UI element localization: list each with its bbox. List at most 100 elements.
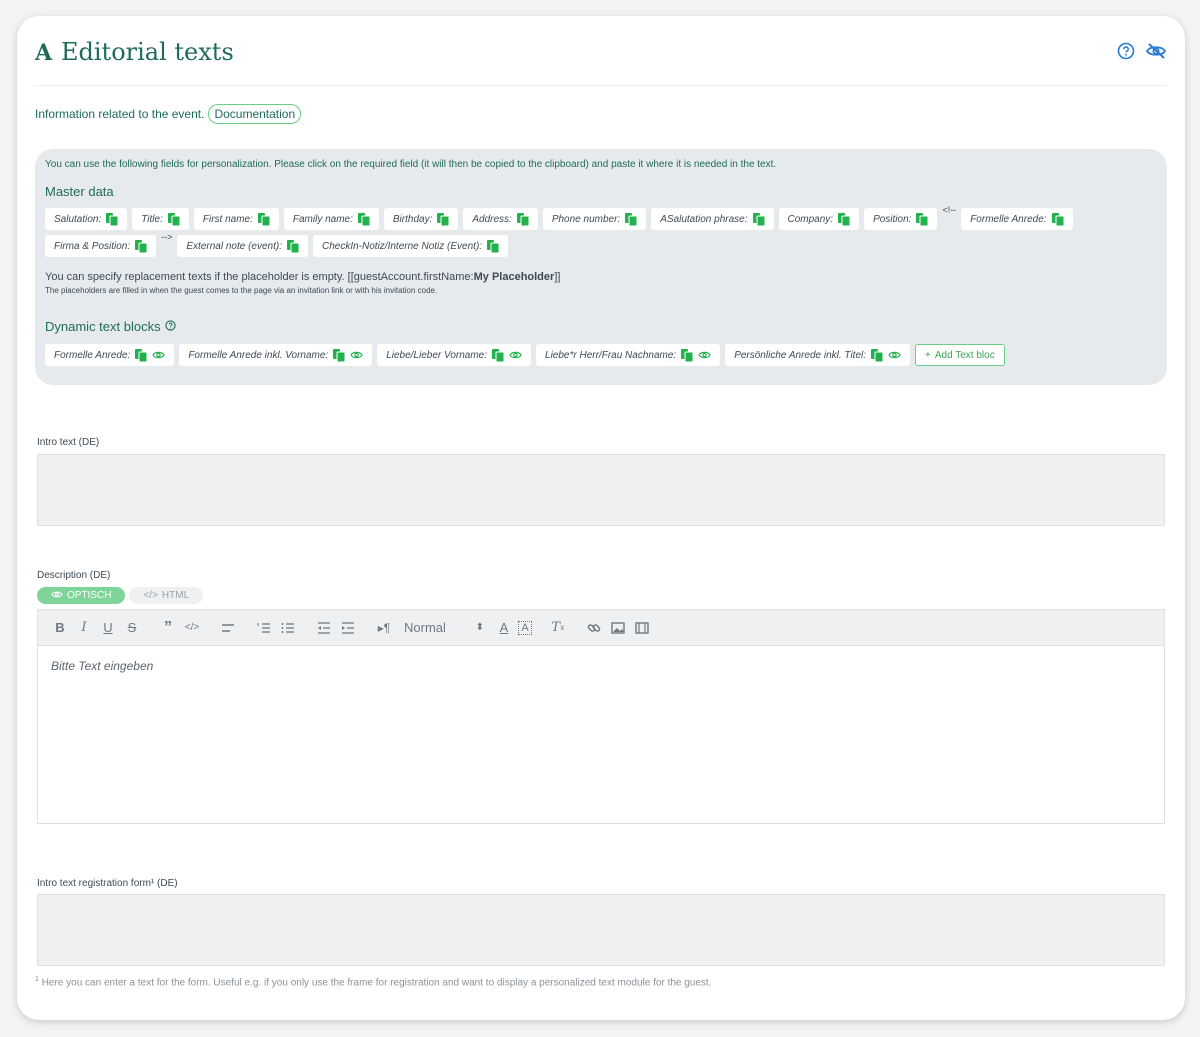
clear-format-icon[interactable]: Tx: [548, 618, 568, 638]
copy-icon: [135, 348, 148, 362]
footnote: 1 Here you can enter a text for the form…: [35, 976, 712, 988]
replacement-subtext: The placeholders are filled in when the …: [45, 286, 438, 295]
plus-icon: +: [925, 349, 931, 361]
eye-icon[interactable]: [350, 350, 363, 360]
card-header: A Editorial texts: [35, 38, 1167, 86]
master-data-chips: Salutation: Title: First name: Family na…: [45, 205, 1157, 257]
personalization-panel: You can use the following fields for per…: [35, 149, 1167, 385]
bold-icon[interactable]: B: [50, 618, 70, 638]
copy-icon: [333, 348, 346, 362]
replacement-info: You can specify replacement texts if the…: [45, 271, 561, 283]
dyn-chip-persoenliche-anrede[interactable]: Persönliche Anrede inkl. Titel:: [725, 344, 911, 366]
copy-icon: [752, 212, 765, 226]
html-comment-open: <!--: [942, 205, 957, 215]
strikethrough-icon[interactable]: S: [122, 618, 142, 638]
tab-html[interactable]: </> HTML: [129, 587, 204, 604]
copy-icon: [437, 212, 450, 226]
chip-family-name[interactable]: Family name:: [283, 208, 379, 230]
copy-icon: [487, 239, 500, 253]
chip-first-name[interactable]: First name:: [193, 208, 279, 230]
event-info: Information related to the event. Docume…: [35, 104, 302, 124]
help-circle-icon[interactable]: [164, 319, 176, 334]
description-label: Description (DE): [37, 570, 111, 581]
master-data-title: Master data: [45, 184, 114, 199]
dyn-chip-formelle-anrede[interactable]: Formelle Anrede:: [45, 344, 175, 366]
copy-icon: [135, 239, 148, 253]
html-comment-close: -->: [161, 232, 173, 242]
tab-visual[interactable]: OPTISCH: [37, 587, 126, 604]
copy-icon: [838, 212, 851, 226]
chip-title[interactable]: Title:: [132, 208, 189, 230]
dyn-chip-liebe-nachname[interactable]: Liebe*r Herr/Frau Nachname:: [536, 344, 721, 366]
dynamic-text-chips: Formelle Anrede: Formelle Anrede inkl. V…: [45, 344, 1005, 366]
video-icon[interactable]: [632, 618, 652, 638]
indent-icon[interactable]: [338, 618, 358, 638]
page-title: Editorial texts: [61, 38, 234, 66]
copy-icon: [916, 212, 929, 226]
code-block-icon[interactable]: </>: [182, 618, 202, 638]
dyn-chip-formelle-anrede-vorname[interactable]: Formelle Anrede inkl. Vorname:: [179, 344, 373, 366]
align-icon[interactable]: [218, 618, 238, 638]
copy-icon: [257, 212, 271, 226]
chip-external-note[interactable]: External note (event):: [177, 235, 308, 257]
eye-icon: [51, 590, 63, 602]
header-actions: [1117, 42, 1167, 60]
chip-firma-position[interactable]: Firma & Position:: [45, 235, 157, 257]
copy-icon: [1051, 212, 1065, 226]
copy-icon: [492, 348, 505, 362]
bullet-list-icon[interactable]: [278, 618, 298, 638]
editor-mode-tabs: OPTISCH </> HTML: [37, 587, 204, 604]
eye-off-icon[interactable]: [1145, 42, 1167, 60]
intro-text-label: Intro text (DE): [37, 437, 100, 448]
chip-phone-number[interactable]: Phone number:: [542, 208, 647, 230]
link-icon[interactable]: [584, 618, 604, 638]
chip-checkin-note[interactable]: CheckIn-Notiz/Interne Notiz (Event):: [313, 235, 509, 257]
image-icon[interactable]: [608, 618, 628, 638]
add-text-block-button[interactable]: + Add Text bloc: [915, 344, 1005, 366]
dynamic-text-title: Dynamic text blocks: [45, 319, 176, 334]
format-select[interactable]: Normal ⬍: [404, 620, 484, 635]
chip-formelle-anrede[interactable]: Formelle Anrede:: [961, 208, 1073, 230]
chip-salutation[interactable]: Salutation:: [45, 208, 128, 230]
eye-icon[interactable]: [509, 350, 522, 360]
copy-icon: [871, 348, 884, 362]
help-circle-icon[interactable]: [1117, 42, 1135, 60]
italic-icon[interactable]: I: [74, 618, 94, 638]
footnote-marker: 1: [35, 976, 39, 983]
footnote-text: Here you can enter a text for the form. …: [41, 977, 712, 989]
blockquote-icon[interactable]: ”: [158, 618, 178, 638]
documentation-link[interactable]: Documentation: [208, 104, 302, 124]
chip-birthday[interactable]: Birthday:: [383, 208, 459, 230]
intro-text-input[interactable]: [37, 454, 1165, 526]
eye-icon[interactable]: [888, 350, 901, 360]
ordered-list-icon[interactable]: [254, 618, 274, 638]
underline-icon[interactable]: U: [98, 618, 118, 638]
chip-position[interactable]: Position:: [864, 208, 938, 230]
intro-form-label: Intro text registration form¹ (DE): [37, 878, 178, 889]
info-text: Information related to the event.: [35, 107, 205, 121]
description-editor[interactable]: Bitte Text eingeben: [37, 646, 1165, 824]
copy-icon: [167, 212, 181, 226]
code-icon: </>: [143, 590, 158, 601]
copy-icon: [681, 348, 694, 362]
copy-icon: [106, 212, 119, 226]
copy-icon: [625, 212, 638, 226]
intro-form-input[interactable]: [37, 894, 1165, 966]
eye-icon[interactable]: [698, 350, 711, 360]
text-format-icon: A: [35, 40, 53, 66]
editorial-texts-card: A Editorial texts Information related to…: [17, 16, 1185, 1020]
chevron-updown-icon: ⬍: [475, 622, 484, 633]
eye-icon[interactable]: [152, 350, 166, 360]
chip-salutation-phrase[interactable]: ASalutation phrase:: [651, 208, 774, 230]
outdent-icon[interactable]: [314, 618, 334, 638]
copy-icon: [287, 239, 300, 253]
background-color-icon[interactable]: A: [518, 620, 532, 635]
personalization-hint: You can use the following fields for per…: [45, 159, 777, 170]
text-direction-icon[interactable]: ▸¶: [374, 618, 394, 638]
chip-address[interactable]: Address:: [463, 208, 538, 230]
chip-company[interactable]: Company:: [778, 208, 860, 230]
copy-icon: [516, 212, 530, 226]
font-color-icon[interactable]: A: [494, 618, 514, 638]
replacement-placeholder: My Placeholder: [473, 271, 555, 283]
dyn-chip-liebe-vorname[interactable]: Liebe/Lieber Vorname:: [377, 344, 532, 366]
